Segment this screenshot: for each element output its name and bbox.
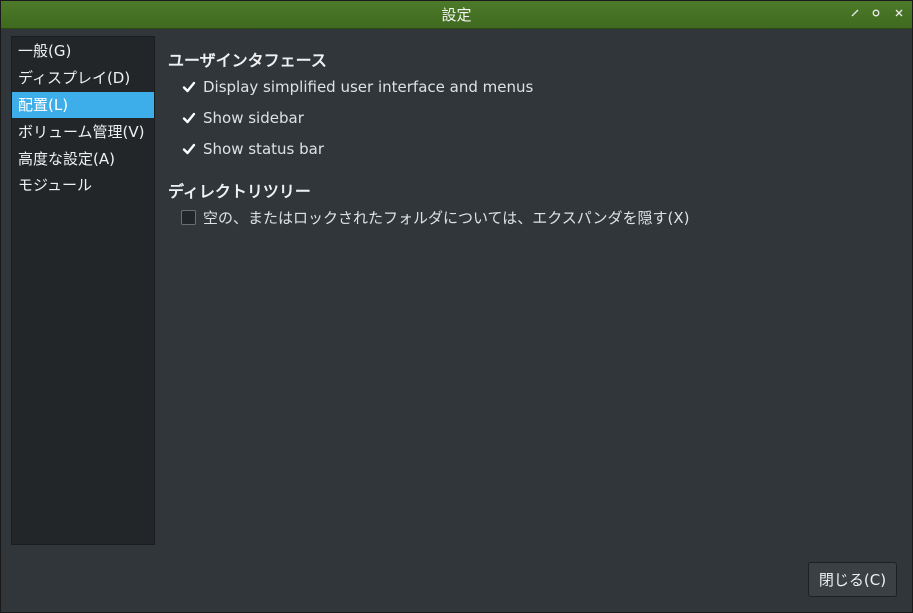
show-sidebar-checkbox[interactable]: [181, 110, 196, 125]
show-sidebar-label: Show sidebar: [203, 109, 304, 127]
sidebar-item-volume-management[interactable]: ボリューム管理(V): [12, 119, 154, 145]
show-status-bar-checkbox[interactable]: [181, 141, 196, 156]
close-button[interactable]: 閉じる(C): [808, 562, 897, 597]
directory-tree-section-title: ディレクトリツリー: [168, 182, 311, 201]
hide-expanders-checkbox[interactable]: [181, 210, 196, 225]
settings-category-list: 一般(G) ディスプレイ(D) 配置(L) ボリューム管理(V) 高度な設定(A…: [11, 36, 155, 545]
sidebar-item-advanced[interactable]: 高度な設定(A): [12, 146, 154, 172]
simplified-ui-label: Display simplified user interface and me…: [203, 78, 534, 96]
hide-expanders-label: 空の、またはロックされたフォルダについては、エクスパンダを隠す(X): [203, 209, 690, 227]
title-bar[interactable]: 設定: [1, 1, 912, 29]
maximize-icon[interactable]: [868, 7, 884, 23]
show-status-bar-label: Show status bar: [203, 140, 324, 158]
checkmark-icon: [182, 143, 196, 155]
settings-window: 設定 一般(G) ディスプレイ(D) 配置(L) ボリューム管理(V) 高度な設…: [0, 0, 913, 613]
checkmark-icon: [182, 112, 196, 124]
sidebar-item-general[interactable]: 一般(G): [12, 38, 154, 64]
window-title: 設定: [441, 6, 472, 24]
sidebar-item-modules[interactable]: モジュール: [12, 172, 154, 198]
sidebar-item-layout[interactable]: 配置(L): [12, 92, 154, 118]
checkmark-icon: [182, 81, 196, 93]
close-icon[interactable]: [891, 7, 907, 23]
ui-section-title: ユーザインタフェース: [168, 51, 327, 70]
minimize-icon[interactable]: [847, 7, 863, 23]
simplified-ui-checkbox[interactable]: [181, 79, 196, 94]
sidebar-item-display[interactable]: ディスプレイ(D): [12, 65, 154, 91]
